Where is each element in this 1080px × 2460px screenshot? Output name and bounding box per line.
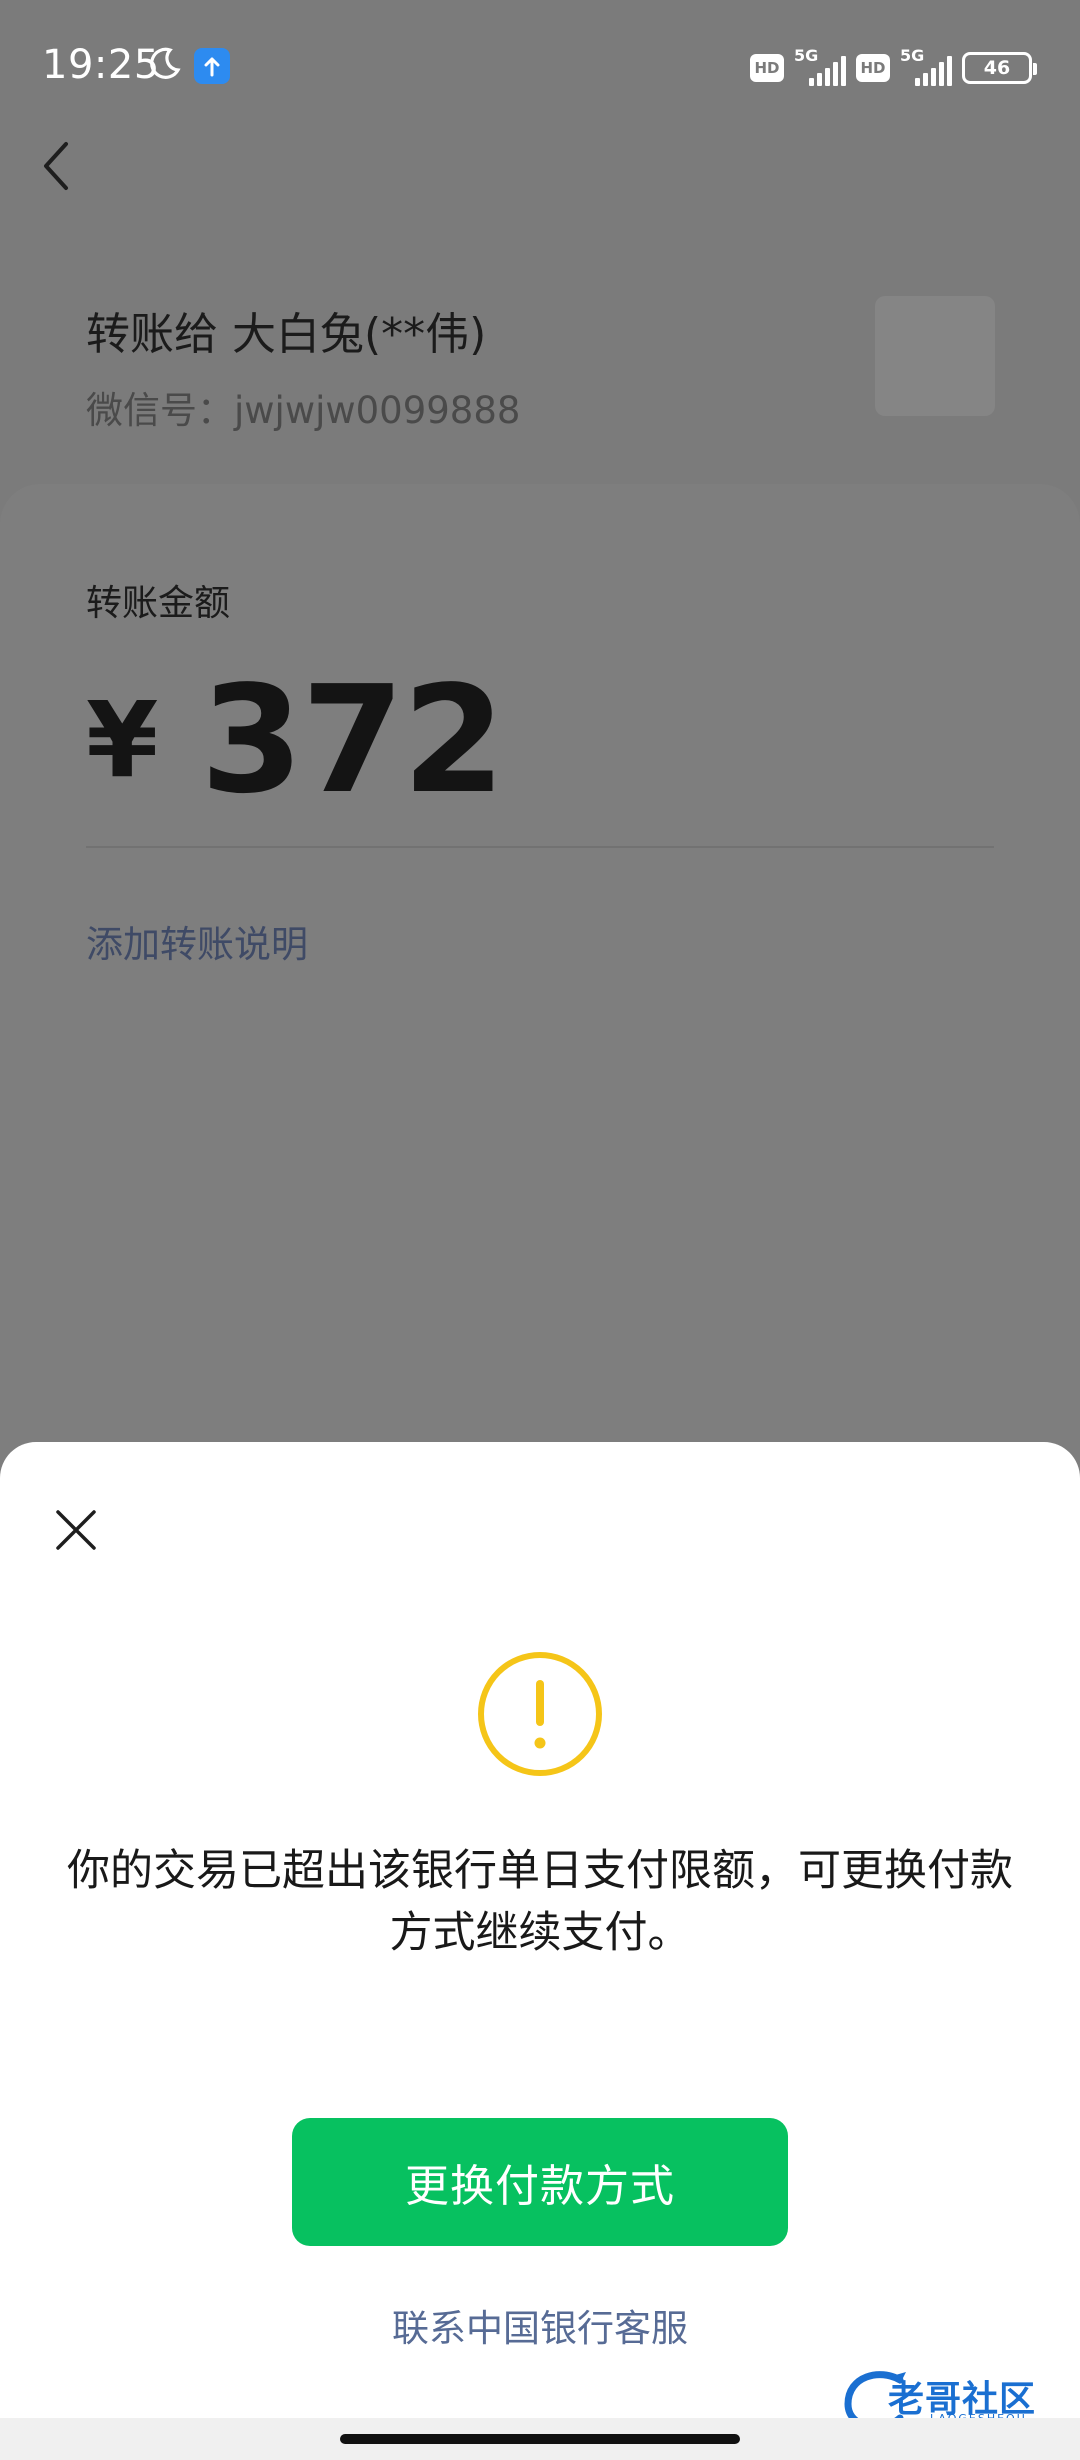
payee-wechat-id: 微信号：jwjwjw0099888 [86,389,521,432]
close-icon[interactable] [52,1506,100,1554]
signal-icon: 5G [900,46,952,86]
hd-icon: HD [750,54,784,82]
currency-symbol: ¥ [86,679,159,801]
status-time: 19:25 [42,42,160,88]
contact-bank-service-link[interactable]: 联系中国银行客服 [0,2298,1080,2352]
avatar [875,296,995,416]
add-note-link[interactable]: 添加转账说明 [86,914,308,968]
status-indicators: HD 5G HD 5G 46 [750,46,1037,88]
amount-display[interactable]: ¥ 372 [86,654,505,826]
payee-info: 转账给 大白兔(**伟) 微信号：jwjwjw0099888 [86,298,520,434]
amount-label: 转账金额 [86,583,231,624]
hd-icon: HD [856,54,890,82]
warning-icon [478,1652,602,1776]
screen: 19:25 HD 5G HD 5G 46 转账给 大白兔(**伟) 微信号：jw… [0,0,1080,2460]
back-arrow-icon[interactable] [36,138,76,194]
battery-icon: 46 [962,52,1037,84]
payee-name: 转账给 大白兔(**伟) [86,309,487,360]
moon-icon [150,47,181,79]
battery-level: 46 [983,57,1011,79]
dialog-message: 你的交易已超出该银行单日支付限额，可更换付款方式继续支付。 [67,1846,1013,1958]
divider [86,846,994,848]
status-bar: 19:25 HD 5G HD 5G 46 [0,0,1080,140]
home-indicator[interactable] [340,2434,740,2444]
signal-icon: 5G [794,46,846,86]
upload-notification-icon [194,48,230,84]
amount-value: 372 [200,654,505,826]
change-payment-method-button[interactable]: 更换付款方式 [292,2118,788,2246]
